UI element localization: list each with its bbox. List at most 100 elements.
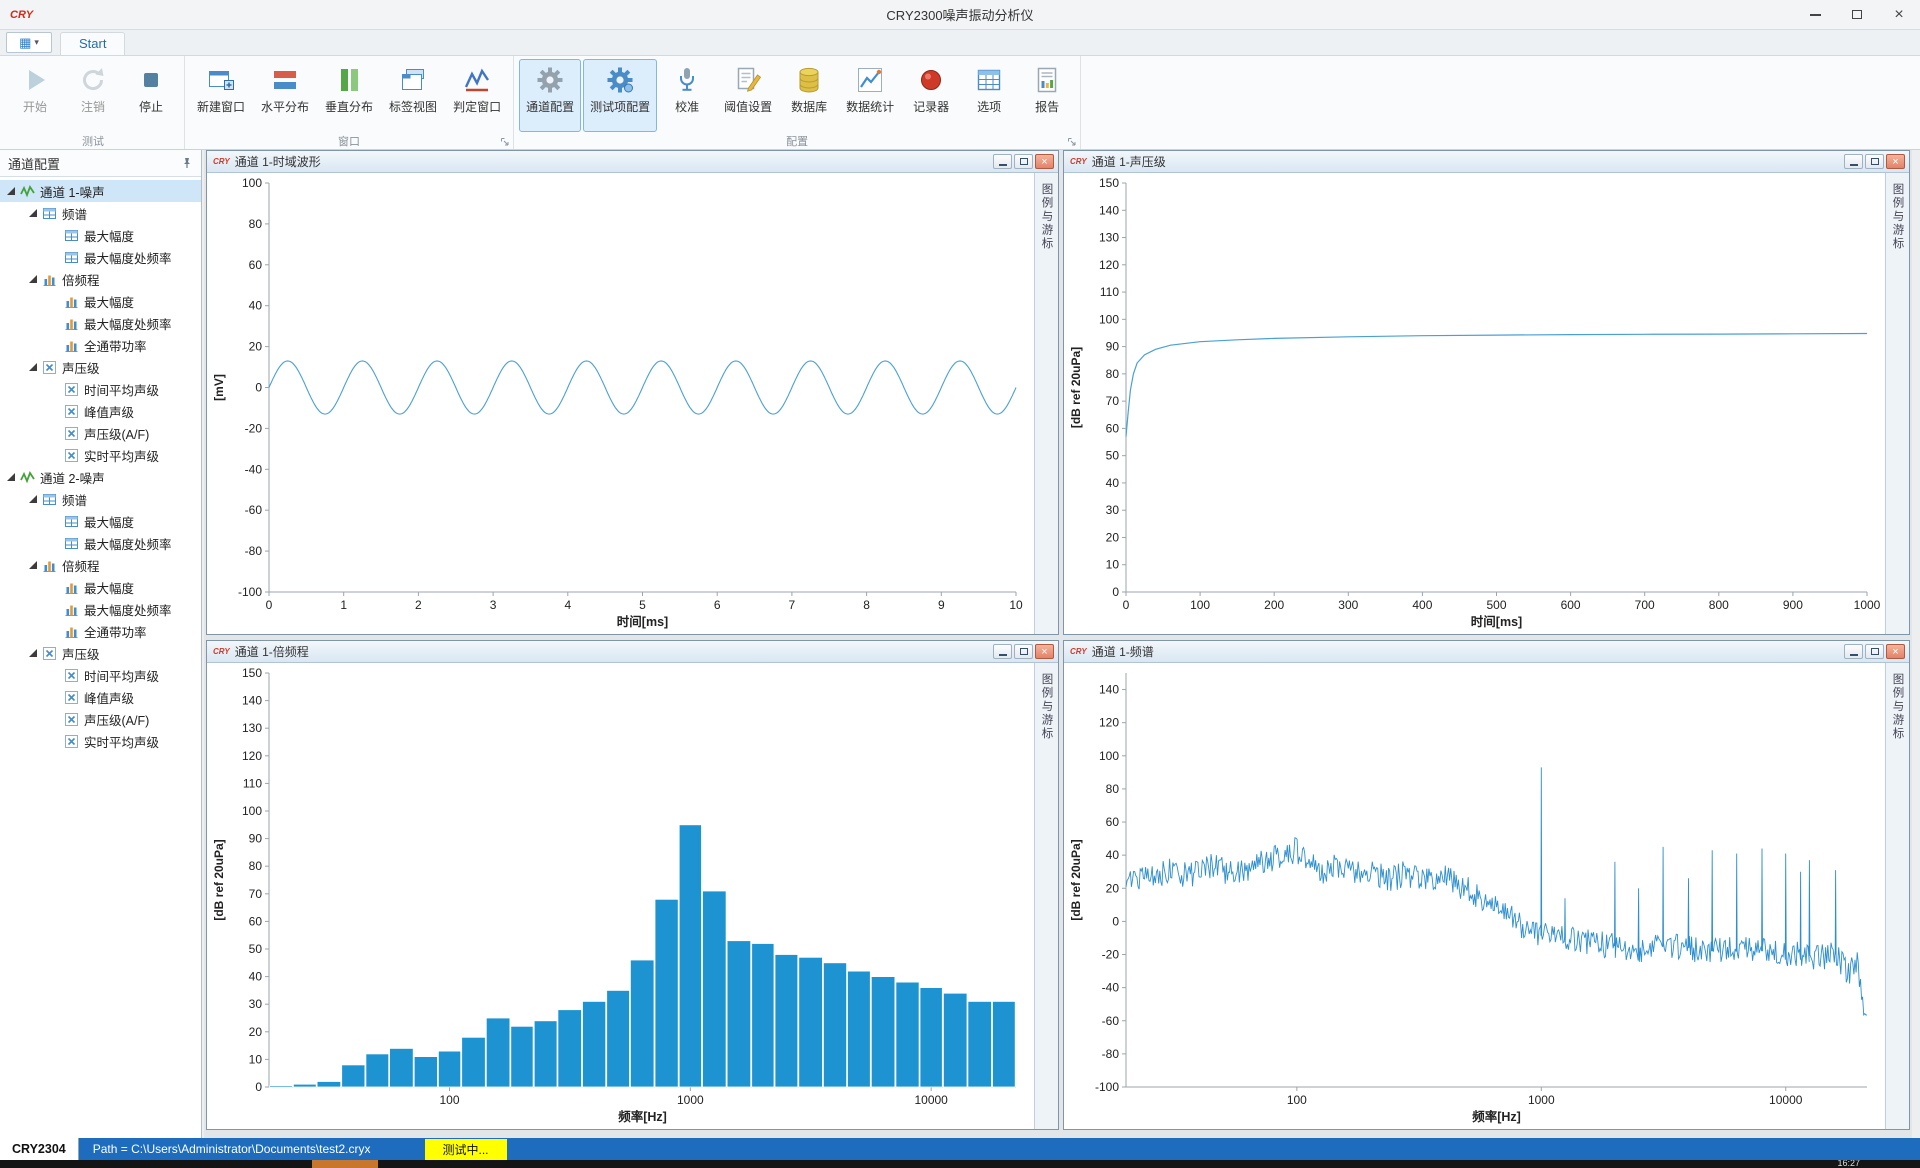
ribbon-button-new-window[interactable]: 新建窗口 (190, 59, 252, 132)
ribbon-button-threshold-settings[interactable]: 阈值设置 (717, 59, 779, 132)
legend-cursor-tab[interactable]: 图例与游标 (1885, 173, 1909, 634)
taskbar-app-indicator[interactable] (312, 1160, 378, 1168)
tree-item[interactable]: 倍频程 (0, 268, 201, 290)
tree-item[interactable]: 倍频程 (0, 554, 201, 576)
tree-item[interactable]: 通道 2-噪声 (0, 466, 201, 488)
tree-item[interactable]: 时间平均声级 (0, 664, 201, 686)
statistics-icon (855, 64, 885, 96)
window-maximize-button[interactable] (1836, 0, 1878, 29)
panel-maximize-button[interactable] (1014, 644, 1033, 659)
ribbon-button-vertical-layout[interactable]: 垂直分布 (318, 59, 380, 132)
tree-item[interactable]: 峰值声级 (0, 686, 201, 708)
tree-item[interactable]: 时间平均声级 (0, 378, 201, 400)
tree-item-label: 全通带功率 (84, 336, 147, 355)
dialog-launcher-icon[interactable] (500, 137, 510, 147)
ribbon-button-logout[interactable]: 注销 (65, 59, 121, 132)
record-icon (916, 64, 946, 96)
tree-item[interactable]: 最大幅度处频率 (0, 312, 201, 334)
octave-chart[interactable]: 0102030405060708090100110120130140150100… (207, 663, 1034, 1129)
clock[interactable]: 16:27 (1837, 1160, 1860, 1168)
tree-item[interactable]: 峰值声级 (0, 400, 201, 422)
tree-expander-icon[interactable] (28, 560, 41, 570)
tree-item[interactable]: 全通带功率 (0, 334, 201, 356)
ribbon-button-options[interactable]: 选项 (961, 59, 1017, 132)
legend-cursor-tab[interactable]: 图例与游标 (1885, 663, 1909, 1129)
panel-window-buttons: × (1844, 154, 1905, 169)
panel-title-bar[interactable]: CRY通道 1-频谱× (1064, 641, 1909, 663)
window-minimize-button[interactable] (1794, 0, 1836, 29)
panel-close-button[interactable]: × (1886, 644, 1905, 659)
svg-text:100: 100 (1190, 598, 1210, 612)
pin-icon[interactable] (181, 157, 193, 169)
bars-icon (64, 580, 79, 595)
ribbon-button-database[interactable]: 数据库 (781, 59, 837, 132)
ribbon-button-judge-window[interactable]: 判定窗口 (446, 59, 508, 132)
panel-close-button[interactable]: × (1035, 644, 1054, 659)
tree-item[interactable]: 声压级(A/F) (0, 422, 201, 444)
sound-pressure-level-chart[interactable]: 0102030405060708090100110120130140150010… (1064, 173, 1885, 634)
tree-item[interactable]: 最大幅度 (0, 576, 201, 598)
tree-item[interactable]: 声压级 (0, 642, 201, 664)
panel-maximize-button[interactable] (1865, 644, 1884, 659)
svg-text:100: 100 (242, 176, 262, 190)
ribbon-button-stop[interactable]: 停止 (123, 59, 179, 132)
tree-item[interactable]: 通道 1-噪声 (0, 180, 201, 202)
svg-text:[mV]: [mV] (212, 374, 226, 401)
tree-item[interactable]: 最大幅度 (0, 224, 201, 246)
panel-maximize-button[interactable] (1014, 154, 1033, 169)
ribbon-button-start[interactable]: 开始 (7, 59, 63, 132)
time-waveform-chart[interactable]: -100-80-60-40-20020406080100012345678910… (207, 173, 1034, 634)
tree-item[interactable]: 全通带功率 (0, 620, 201, 642)
ribbon-button-label: 记录器 (913, 98, 949, 115)
legend-cursor-tab[interactable]: 图例与游标 (1034, 663, 1058, 1129)
spectrum-chart[interactable]: -100-80-60-40-20020406080100120140100100… (1064, 663, 1885, 1129)
legend-cursor-tab[interactable]: 图例与游标 (1034, 173, 1058, 634)
panel-close-button[interactable]: × (1886, 154, 1905, 169)
tree-expander-icon[interactable] (28, 274, 41, 284)
ribbon-button-horizontal-layout[interactable]: 水平分布 (254, 59, 316, 132)
tree-item[interactable]: 声压级 (0, 356, 201, 378)
waveform-icon (20, 470, 35, 485)
tree-expander-icon[interactable] (6, 472, 19, 482)
tree-item[interactable]: 最大幅度处频率 (0, 532, 201, 554)
panel-close-button[interactable]: × (1035, 154, 1054, 169)
ribbon-group-label: 配置 (786, 133, 808, 149)
panel-minimize-button[interactable] (993, 154, 1012, 169)
tree-item[interactable]: 频谱 (0, 202, 201, 224)
ribbon-button-channel-config[interactable]: 通道配置 (519, 59, 581, 132)
tab-start[interactable]: Start (60, 32, 125, 55)
tree-item[interactable]: 最大幅度 (0, 510, 201, 532)
tree-expander-icon[interactable] (6, 186, 19, 196)
tree-item[interactable]: 声压级(A/F) (0, 708, 201, 730)
tree-item[interactable]: 实时平均声级 (0, 444, 201, 466)
tree-item[interactable]: 最大幅度处频率 (0, 246, 201, 268)
ribbon-button-recorder[interactable]: 记录器 (903, 59, 959, 132)
ribbon-button-tab-view[interactable]: 标签视图 (382, 59, 444, 132)
window-close-button[interactable]: × (1878, 0, 1920, 29)
panel-title-bar[interactable]: CRY通道 1-倍频程× (207, 641, 1058, 663)
panel-title-bar[interactable]: CRY通道 1-时域波形× (207, 151, 1058, 173)
panel-title-bar[interactable]: CRY通道 1-声压级× (1064, 151, 1909, 173)
tree-expander-icon[interactable] (28, 362, 41, 372)
panel-minimize-button[interactable] (1844, 644, 1863, 659)
tree-expander-icon[interactable] (28, 648, 41, 658)
tree-item[interactable]: 最大幅度处频率 (0, 598, 201, 620)
svg-text:100: 100 (242, 804, 262, 818)
ribbon-button-test-item-config[interactable]: 测试项配置 (583, 59, 657, 132)
panel-minimize-button[interactable] (993, 644, 1012, 659)
tree-item[interactable]: 频谱 (0, 488, 201, 510)
tree-expander-icon[interactable] (28, 208, 41, 218)
panel-minimize-button[interactable] (1844, 154, 1863, 169)
app-menu-button[interactable]: ▦ ▾ (6, 32, 52, 53)
tree-item[interactable]: 实时平均声级 (0, 730, 201, 752)
window-title: CRY2300噪声振动分析仪 (0, 5, 1920, 24)
dialog-launcher-icon[interactable] (1067, 137, 1077, 147)
tree-expander-icon[interactable] (28, 494, 41, 504)
panel-maximize-button[interactable] (1865, 154, 1884, 169)
ribbon-button-calibration[interactable]: 校准 (659, 59, 715, 132)
tree-item[interactable]: 最大幅度 (0, 290, 201, 312)
horizontal-split-icon (270, 64, 300, 96)
xbox-icon (64, 382, 79, 397)
ribbon-button-report[interactable]: 报告 (1019, 59, 1075, 132)
ribbon-button-data-statistics[interactable]: 数据统计 (839, 59, 901, 132)
